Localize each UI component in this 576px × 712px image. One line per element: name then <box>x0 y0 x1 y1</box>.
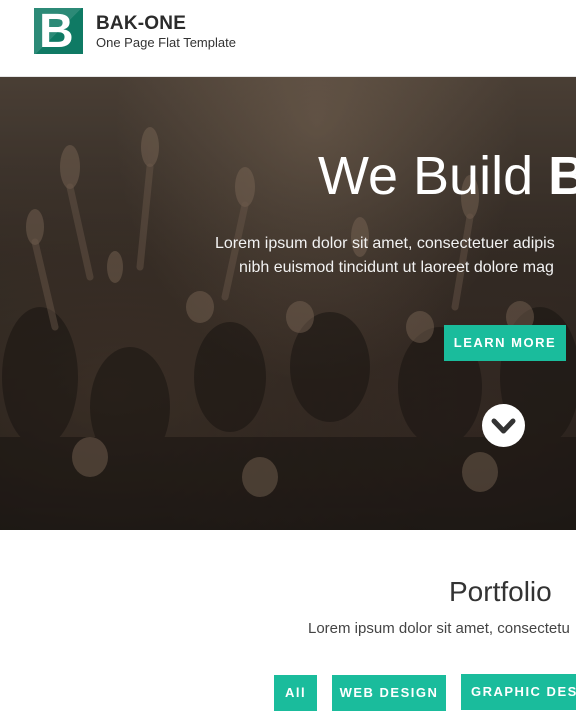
hero-text-line2: nibh euismod tincidunt ut laoreet dolore… <box>239 259 554 276</box>
filter-web-design-button[interactable]: WEB DESIGN <box>332 675 446 711</box>
scroll-down-button[interactable] <box>482 404 525 447</box>
filter-graphic-design-button[interactable]: GRAPHIC DESIG <box>461 674 576 710</box>
brand-subtitle: One Page Flat Template <box>96 35 236 50</box>
hero-section: We Build B Lorem ipsum dolor sit amet, c… <box>0 77 576 530</box>
logo-letter: B <box>39 5 74 58</box>
hero-title-light: We Build <box>318 146 549 206</box>
chevron-down-icon <box>491 418 516 434</box>
learn-more-button[interactable]: LEARN MORE <box>444 325 566 361</box>
logo[interactable]: B <box>34 5 83 58</box>
hero-text: Lorem ipsum dolor sit amet, consectetuer… <box>215 232 555 280</box>
site-header: B BAK-ONE One Page Flat Template <box>0 0 576 77</box>
portfolio-description: Lorem ipsum dolor sit amet, consectetu <box>308 620 570 637</box>
hero-overlay <box>0 77 576 530</box>
hero-text-line1: Lorem ipsum dolor sit amet, consectetuer… <box>215 235 555 252</box>
brand-title[interactable]: BAK-ONE <box>96 13 186 35</box>
hero-title: We Build B <box>318 146 576 206</box>
hero-title-bold: B <box>548 146 576 206</box>
filter-all-button[interactable]: All <box>274 675 317 711</box>
portfolio-title: Portfolio <box>449 576 552 607</box>
